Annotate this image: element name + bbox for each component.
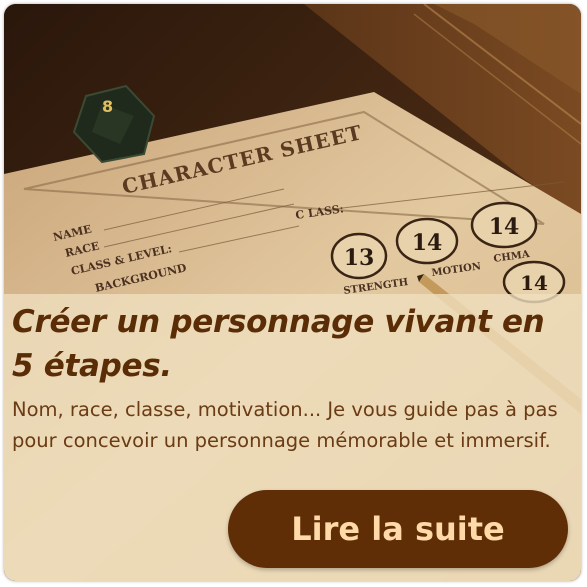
stat-strength: 13: [330, 232, 388, 280]
svg-text:14: 14: [489, 214, 520, 240]
post-headline: Créer un personnage vivant en 5 étapes.: [12, 304, 545, 384]
stat-motion: 14: [395, 217, 459, 265]
svg-text:14: 14: [520, 271, 548, 295]
svg-text:13: 13: [344, 245, 375, 271]
post-excerpt: Nom, race, classe, motivation... Je vous…: [12, 398, 558, 452]
svg-text:14: 14: [412, 230, 443, 256]
read-more-button[interactable]: Lire la suite: [228, 490, 568, 568]
stat-chma: 14: [470, 201, 538, 249]
die-face: 8: [102, 97, 113, 116]
article-card[interactable]: CHARACTER SHEET NAME RACE CLASS & LEVEL:…: [4, 4, 581, 581]
